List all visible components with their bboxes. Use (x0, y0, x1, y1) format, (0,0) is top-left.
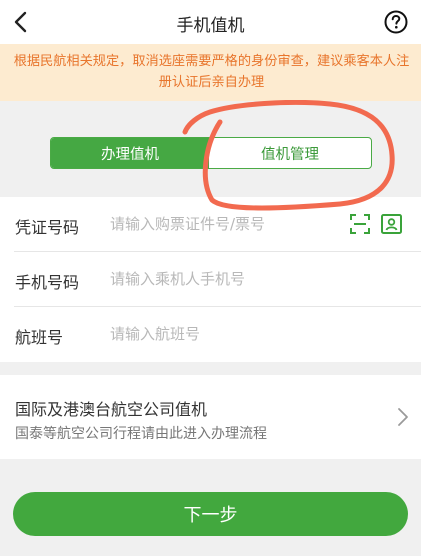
certificate-input[interactable] (110, 210, 330, 238)
nav-bar: 手机值机 (0, 0, 421, 44)
flight-input[interactable] (110, 320, 330, 348)
chevron-right-icon (398, 408, 408, 426)
international-checkin-entry[interactable]: 国际及港澳台航空公司值机 国泰等航空公司行程请由此进入办理流程 (0, 375, 421, 459)
form-row-phone: 手机号码 (0, 252, 421, 307)
tab-checkin-management[interactable]: 值机管理 (209, 138, 371, 168)
notice-text: 根据民航相关规定，取消选座需要严格的身份审查，建议乘客本人注册认证后亲自办理 (13, 54, 410, 90)
page-title: 手机值机 (176, 16, 245, 36)
phone-input[interactable] (110, 265, 330, 293)
id-card-icon[interactable] (381, 214, 402, 234)
international-title: 国际及港澳台航空公司值机 (15, 400, 208, 419)
flight-label: 航班号 (15, 328, 64, 347)
question-circle-icon[interactable] (384, 10, 408, 34)
certificate-label: 凭证号码 (15, 218, 80, 237)
checkin-form: 凭证号码 手机号码 航班号 (0, 197, 421, 362)
next-step-button[interactable]: 下一步 (13, 492, 408, 536)
notice-banner: 根据民航相关规定，取消选座需要严格的身份审查，建议乘客本人注册认证后亲自办理 (0, 44, 421, 101)
international-subtitle: 国泰等航空公司行程请由此进入办理流程 (15, 426, 267, 442)
scan-icon[interactable] (350, 214, 370, 234)
form-row-certificate: 凭证号码 (0, 197, 421, 252)
phone-label: 手机号码 (15, 273, 80, 292)
tab-group: 办理值机 值机管理 (50, 137, 372, 169)
tab-checkin[interactable]: 办理值机 (51, 138, 209, 168)
form-row-flight: 航班号 (0, 307, 421, 362)
